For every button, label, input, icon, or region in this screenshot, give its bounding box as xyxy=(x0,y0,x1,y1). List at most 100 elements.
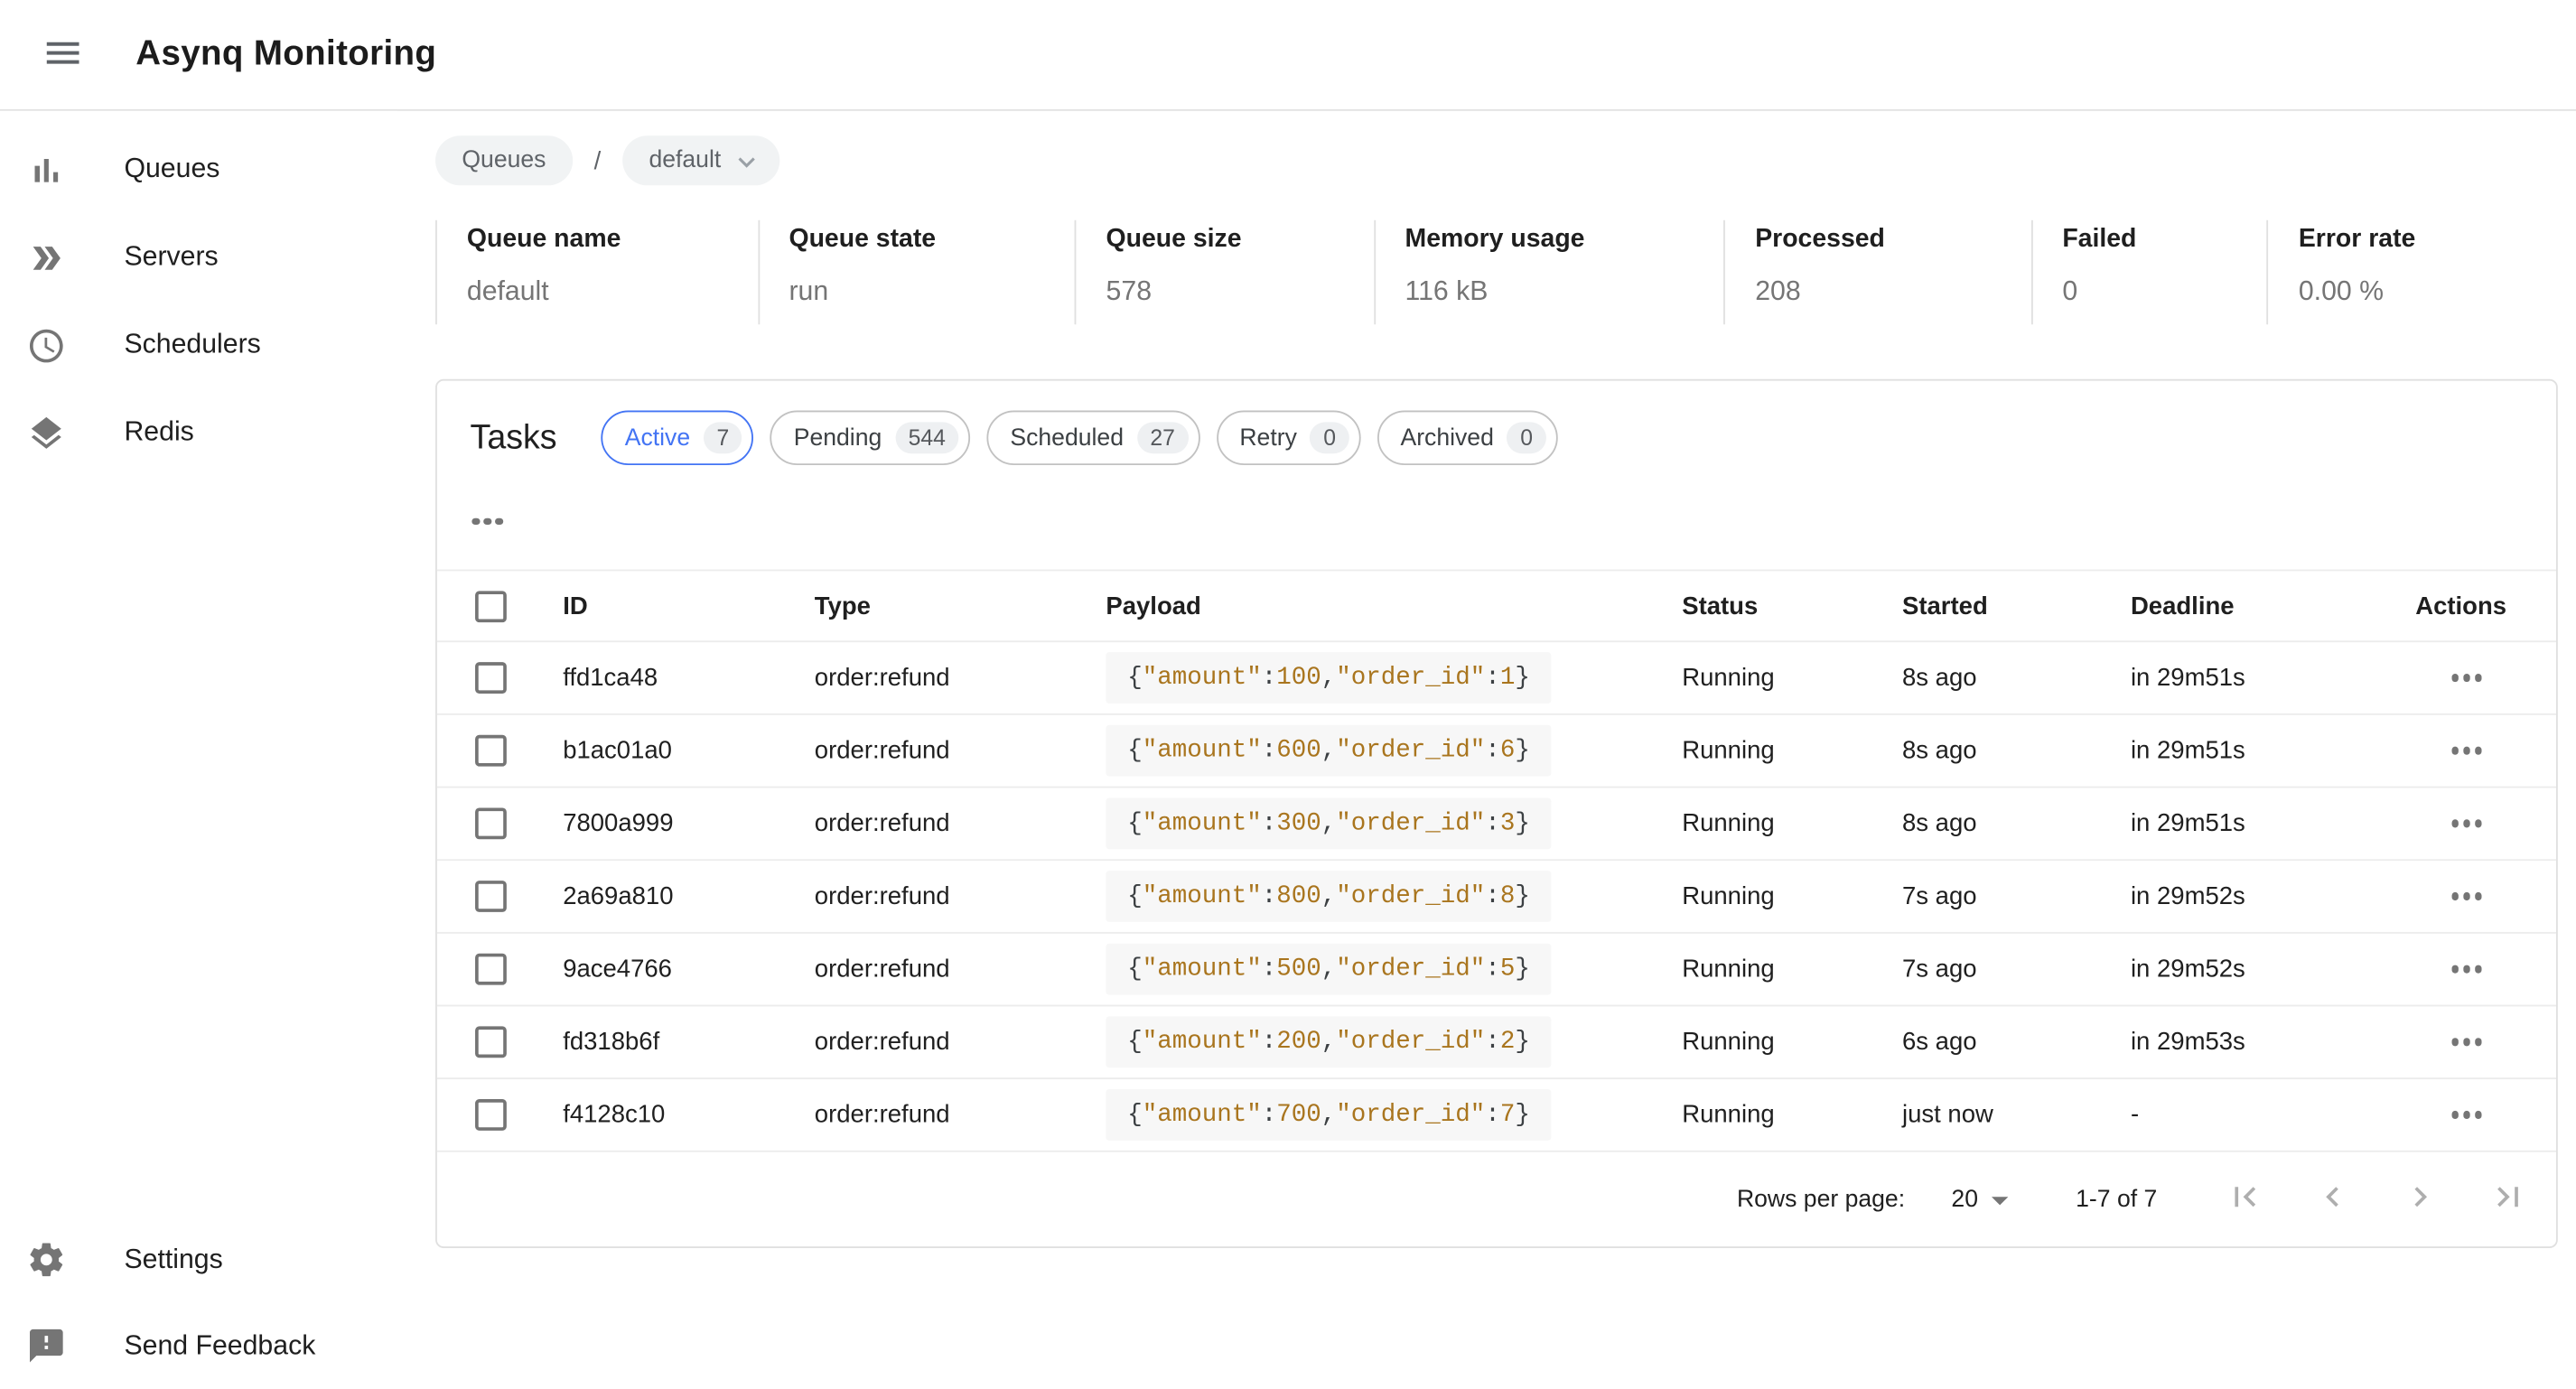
table-row: 9ace4766order:refund{"amount":500,"order… xyxy=(437,934,2556,1007)
breadcrumb-queue-select-chip[interactable]: default xyxy=(622,135,779,185)
task-type: order:refund xyxy=(815,956,1106,983)
sidebar-item-label: Servers xyxy=(124,242,218,274)
table-row: b1ac01a0order:refund{"amount":600,"order… xyxy=(437,715,2556,788)
sidebar-item-schedulers[interactable]: Schedulers xyxy=(0,302,397,389)
stat-queue-name: Queue name default xyxy=(435,220,758,324)
row-checkbox[interactable] xyxy=(475,1026,507,1058)
stat-value: run xyxy=(789,276,1058,308)
sidebar-item-queues[interactable]: Queues xyxy=(0,126,397,213)
stat-label: Failed xyxy=(2062,225,2250,255)
pagination-range: 1-7 of 7 xyxy=(2076,1186,2157,1212)
row-actions-menu-button[interactable] xyxy=(2451,658,2482,698)
sidebar-item-label: Queues xyxy=(124,154,219,185)
breadcrumb-separator: / xyxy=(594,146,602,174)
row-checkbox[interactable] xyxy=(475,1099,507,1131)
row-actions-menu-button[interactable] xyxy=(2451,804,2482,844)
row-checkbox-cell xyxy=(437,807,563,839)
row-checkbox-cell xyxy=(437,1099,563,1131)
tasks-more-menu-button[interactable] xyxy=(471,501,502,541)
task-started: 8s ago xyxy=(1902,809,2131,837)
feedback-icon xyxy=(26,1326,66,1366)
row-actions-menu-button[interactable] xyxy=(2451,1022,2482,1062)
row-checkbox[interactable] xyxy=(475,735,507,767)
last-page-icon xyxy=(2488,1177,2528,1221)
hamburger-menu-button[interactable] xyxy=(40,32,86,78)
tab-retry[interactable]: Retry 0 xyxy=(1217,411,1361,465)
row-checkbox[interactable] xyxy=(475,881,507,912)
sidebar-item-send-feedback[interactable]: Send Feedback xyxy=(0,1302,397,1388)
row-checkbox[interactable] xyxy=(475,807,507,839)
sidebar-item-settings[interactable]: Settings xyxy=(0,1217,397,1302)
task-deadline: in 29m51s xyxy=(2131,737,2415,765)
rows-per-page-label: Rows per page: xyxy=(1737,1186,1905,1212)
more-horiz-icon xyxy=(2451,1111,2482,1118)
stat-label: Queue size xyxy=(1106,225,1358,255)
last-page-button[interactable] xyxy=(2469,1160,2548,1239)
stat-value: 116 kB xyxy=(1405,276,1708,308)
row-checkbox-cell xyxy=(437,881,563,912)
row-checkbox-cell xyxy=(437,662,563,694)
stat-error-rate: Error rate 0.00 % xyxy=(2267,220,2558,324)
sidebar-item-redis[interactable]: Redis xyxy=(0,389,397,477)
task-status: Running xyxy=(1682,737,1902,765)
stat-label: Queue name xyxy=(467,225,741,255)
app-bar: Asynq Monitoring xyxy=(0,0,2576,111)
task-actions-cell xyxy=(2415,877,2556,917)
row-actions-menu-button[interactable] xyxy=(2451,731,2482,770)
tab-pending[interactable]: Pending 544 xyxy=(770,411,970,465)
more-horiz-icon xyxy=(2451,1039,2482,1046)
rows-per-page-select[interactable]: 20 xyxy=(1951,1186,2008,1212)
prev-page-button[interactable] xyxy=(2293,1160,2373,1239)
stat-value: 0.00 % xyxy=(2299,276,2542,308)
task-type: order:refund xyxy=(815,1028,1106,1056)
task-payload: {"amount":700,"order_id":7} xyxy=(1106,1089,1551,1141)
row-checkbox[interactable] xyxy=(475,954,507,985)
task-status: Running xyxy=(1682,882,1902,910)
breadcrumb-queues-chip[interactable]: Queues xyxy=(435,135,573,185)
stat-memory-usage: Memory usage 116 kB xyxy=(1374,220,1724,324)
task-started: 6s ago xyxy=(1902,1028,2131,1056)
more-horiz-icon xyxy=(2451,965,2482,973)
next-page-button[interactable] xyxy=(2381,1160,2460,1239)
rows-per-page-value: 20 xyxy=(1951,1186,1978,1212)
first-page-button[interactable] xyxy=(2205,1160,2284,1239)
row-checkbox[interactable] xyxy=(475,662,507,694)
task-deadline: in 29m52s xyxy=(2131,956,2415,983)
page-title: Asynq Monitoring xyxy=(135,34,436,74)
task-payload-cell: {"amount":500,"order_id":5} xyxy=(1106,944,1682,995)
row-actions-menu-button[interactable] xyxy=(2451,877,2482,917)
chevron-right-icon xyxy=(2401,1177,2441,1221)
task-started: 7s ago xyxy=(1902,956,2131,983)
task-payload-cell: {"amount":600,"order_id":6} xyxy=(1106,725,1682,777)
tab-active[interactable]: Active 7 xyxy=(602,411,754,465)
clock-icon xyxy=(26,325,66,365)
hamburger-icon xyxy=(42,31,85,79)
more-horiz-icon xyxy=(471,517,502,525)
tab-archived[interactable]: Archived 0 xyxy=(1377,411,1558,465)
sidebar-item-servers[interactable]: Servers xyxy=(0,213,397,301)
more-horiz-icon xyxy=(2451,674,2482,681)
task-id: b1ac01a0 xyxy=(563,737,815,765)
more-horiz-icon xyxy=(2451,892,2482,900)
row-actions-menu-button[interactable] xyxy=(2451,949,2482,989)
task-status: Running xyxy=(1682,664,1902,692)
task-type: order:refund xyxy=(815,809,1106,837)
task-status: Running xyxy=(1682,956,1902,983)
row-actions-menu-button[interactable] xyxy=(2451,1095,2482,1134)
task-actions-cell xyxy=(2415,731,2556,770)
task-started: just now xyxy=(1902,1101,2131,1129)
tab-scheduled[interactable]: Scheduled 27 xyxy=(987,411,1200,465)
task-payload: {"amount":100,"order_id":1} xyxy=(1106,652,1551,704)
task-type: order:refund xyxy=(815,664,1106,692)
task-id: 9ace4766 xyxy=(563,956,815,983)
task-state-tabs: Active 7 Pending 544 Scheduled 27 Retry … xyxy=(602,411,1557,465)
task-payload: {"amount":800,"order_id":8} xyxy=(1106,871,1551,922)
column-header-type: Type xyxy=(815,592,1106,620)
select-all-checkbox[interactable] xyxy=(475,590,507,621)
first-page-icon xyxy=(2225,1177,2264,1221)
task-id: 7800a999 xyxy=(563,809,815,837)
table-row: f4128c10order:refund{"amount":700,"order… xyxy=(437,1079,2556,1152)
task-payload: {"amount":300,"order_id":3} xyxy=(1106,797,1551,849)
layers-icon xyxy=(26,413,66,452)
breadcrumb-root-label: Queues xyxy=(462,147,546,173)
